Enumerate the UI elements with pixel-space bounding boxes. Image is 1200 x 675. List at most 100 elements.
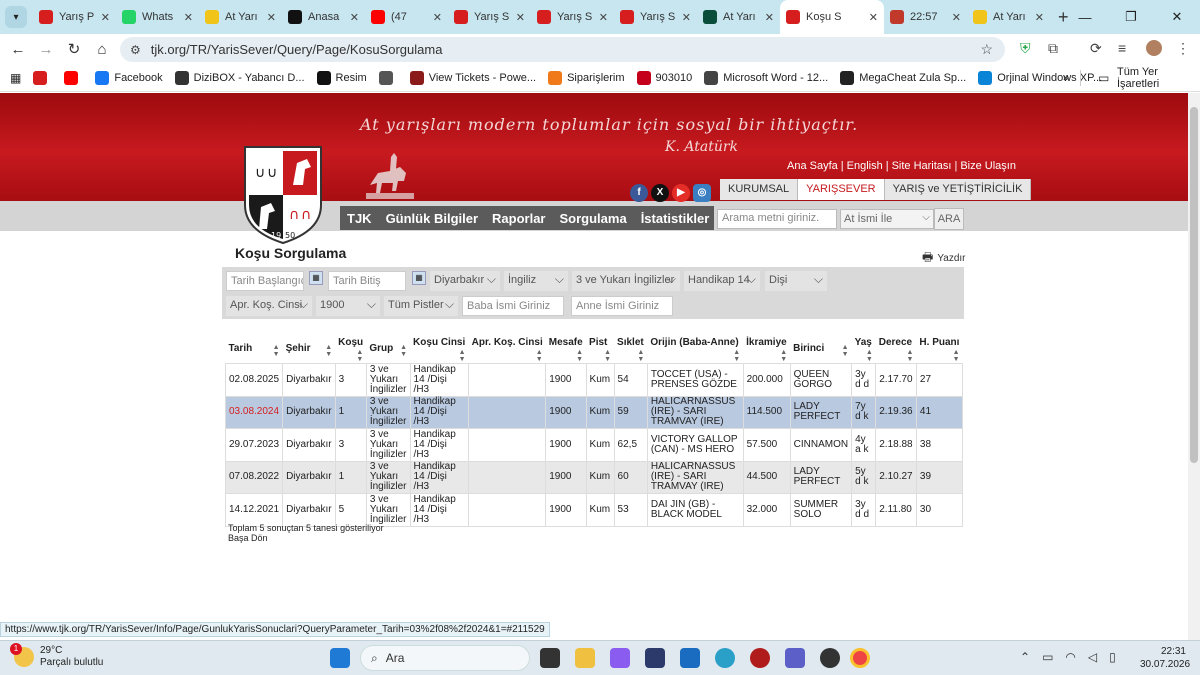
cell-tarih[interactable]: 07.08.2022 (224, 460, 284, 494)
tab-8[interactable]: At Yarı ✕ (697, 0, 780, 34)
close-tab-icon[interactable]: ✕ (952, 11, 961, 24)
tab-2[interactable]: At Yarı ✕ (199, 0, 282, 34)
windows-start-icon[interactable] (330, 648, 350, 668)
tab-5[interactable]: Yarış S ✕ (448, 0, 531, 34)
extensions-icon[interactable]: ⧉ (1048, 40, 1058, 57)
site-info-icon[interactable]: ⚙ (130, 43, 141, 57)
sex-select[interactable]: Dişi ⌵ (765, 271, 827, 291)
sort-icon[interactable]: ▲ ▼ (953, 349, 960, 363)
tab-1[interactable]: Whats ✕ (116, 0, 199, 34)
bookmark-item[interactable] (33, 70, 52, 85)
top-link[interactable]: Bize Ulaşın (960, 160, 1016, 172)
tab-6[interactable]: Yarış S ✕ (531, 0, 614, 34)
back-button[interactable]: ← (4, 41, 32, 58)
section-tab[interactable]: YARIŞSEVER (798, 179, 885, 200)
group-select[interactable]: 3 ve Yukarı İngilizler ⌵ (572, 271, 680, 291)
top-link[interactable]: English (847, 160, 883, 172)
bookmark-item[interactable]: MegaCheat Zula Sp... (840, 70, 966, 85)
bookmark-star-icon[interactable]: ☆ (980, 41, 993, 58)
calendar-icon[interactable]: ▦ (309, 271, 323, 285)
cell-tarih[interactable]: 02.08.2025 (224, 363, 284, 397)
search-button[interactable]: ARA (934, 208, 964, 230)
minimize-button[interactable]: — (1062, 10, 1108, 25)
instagram-icon[interactable]: ◎ (693, 184, 711, 202)
reload-button[interactable]: ↻ (60, 40, 88, 58)
column-header[interactable]: Koşu Cinsi ▲ ▼ (410, 337, 469, 364)
close-tab-icon[interactable]: ✕ (765, 11, 774, 24)
forward-button[interactable]: → (32, 41, 60, 58)
column-header[interactable]: Mesafe ▲ ▼ (545, 337, 587, 364)
top-link[interactable]: Ana Sayfa (787, 160, 838, 172)
column-header[interactable]: Şehir ▲ ▼ (282, 337, 336, 364)
site-search-input[interactable]: Arama metni giriniz. (717, 209, 837, 229)
sort-icon[interactable]: ▲ ▼ (459, 349, 466, 363)
bookmark-item[interactable]: Microsoft Word - 12... (704, 70, 828, 85)
address-bar[interactable]: ⚙ tjk.org/TR/YarisSever/Query/Page/KosuS… (120, 37, 1005, 62)
close-tab-icon[interactable]: ✕ (1035, 11, 1044, 24)
tab-4[interactable]: (47 ✕ (365, 0, 448, 34)
x-icon[interactable]: X (651, 184, 669, 202)
menu-item[interactable]: İstatistikler (641, 211, 710, 226)
clock[interactable]: 22:31 30.07.2026 (1140, 645, 1190, 671)
menu-item[interactable]: TJK (347, 211, 372, 226)
tab-3[interactable]: Anasa ✕ (282, 0, 365, 34)
menu-item[interactable]: Günlük Bilgiler (386, 211, 478, 226)
bookmark-item[interactable] (378, 70, 398, 85)
close-tab-icon[interactable]: ✕ (184, 11, 193, 24)
store-icon[interactable] (680, 648, 700, 668)
tab-7[interactable]: Yarış S ✕ (614, 0, 697, 34)
close-tab-icon[interactable]: ✕ (682, 11, 691, 24)
close-tab-icon[interactable]: ✕ (267, 11, 276, 24)
display-icon[interactable]: ▭ (1042, 650, 1053, 664)
cell-tarih[interactable]: 14.12.2021 (224, 493, 284, 527)
bookmark-item[interactable]: DiziBOX - Yabancı D... (174, 70, 305, 85)
bookmark-item[interactable]: Orjinal Windows XP... (978, 70, 1102, 85)
bookmark-item[interactable]: 903010 (636, 70, 692, 85)
cell-tarih[interactable]: 03.08.2024 (224, 395, 284, 429)
game-app-icon[interactable] (750, 648, 770, 668)
end-date-input[interactable]: Tarih Bitiş (328, 271, 406, 291)
tab-search-button[interactable]: ▾ (5, 6, 27, 28)
back-to-top-link[interactable]: Başa Dön (228, 533, 268, 543)
sort-icon[interactable]: ▲ ▼ (733, 349, 740, 363)
reading-list-icon[interactable]: ≡ (1118, 40, 1126, 56)
file-explorer-icon[interactable] (575, 648, 595, 668)
city-select[interactable]: Diyarbakır ⌵ (430, 271, 500, 291)
volume-icon[interactable]: ◁ (1088, 650, 1097, 664)
dam-input[interactable]: Anne İsmi Giriniz (571, 296, 673, 316)
sync-icon[interactable]: ⟳ (1090, 40, 1102, 57)
restore-button[interactable]: ❐ (1108, 9, 1154, 25)
teams-icon[interactable] (785, 648, 805, 668)
column-header[interactable]: Yaş ▲ ▼ (851, 337, 876, 364)
sort-icon[interactable]: ▲ ▼ (637, 349, 644, 363)
battery-icon[interactable]: ▯ (1109, 650, 1116, 664)
sort-icon[interactable]: ▲ ▼ (536, 349, 543, 363)
section-tab[interactable]: KURUMSAL (720, 179, 799, 200)
weather-widget[interactable]: 1 29°C Parçalı bulutlu (10, 643, 103, 669)
menu-item[interactable]: Raporlar (492, 211, 545, 226)
sire-input[interactable]: Baba İsmi Giriniz (462, 296, 564, 316)
sort-icon[interactable]: ▲ ▼ (866, 349, 873, 363)
print-button[interactable]: 🖶 Yazdır (922, 248, 966, 269)
track-select[interactable]: Tüm Pistler ⌵ (384, 296, 458, 316)
youtube-icon[interactable]: ▶ (672, 184, 690, 202)
close-tab-icon[interactable]: ✕ (599, 11, 608, 24)
taskbar-search[interactable]: ⌕ Ara (360, 645, 530, 671)
tab-0[interactable]: Yarış P ✕ (33, 0, 116, 34)
chrome-icon[interactable] (850, 648, 870, 668)
copilot-icon[interactable] (610, 648, 630, 668)
profile-avatar[interactable] (1146, 40, 1162, 56)
start-date-input[interactable]: Tarih Başlangıç (226, 271, 304, 291)
close-tab-icon[interactable]: ✕ (350, 11, 359, 24)
close-window-button[interactable]: ✕ (1154, 9, 1200, 25)
bookmark-item[interactable]: Facebook (95, 70, 163, 85)
table-row[interactable]: 29.07.2023 Diyarbakır 3 3 ve Yukarı İngiliz… (224, 428, 964, 462)
column-header[interactable]: Derece ▲ ▼ (875, 337, 917, 364)
facebook-icon[interactable]: f (630, 184, 648, 202)
breed-select[interactable]: İngiliz ⌵ (504, 271, 568, 291)
column-header[interactable]: H. Puanı ▲ ▼ (916, 337, 963, 364)
sort-icon[interactable]: ▲ ▼ (906, 349, 913, 363)
sort-icon[interactable]: ▲ ▼ (604, 349, 611, 363)
bookmark-item[interactable]: View Tickets - Powe... (409, 70, 536, 85)
chrome-menu-icon[interactable]: ⋮ (1176, 40, 1190, 57)
